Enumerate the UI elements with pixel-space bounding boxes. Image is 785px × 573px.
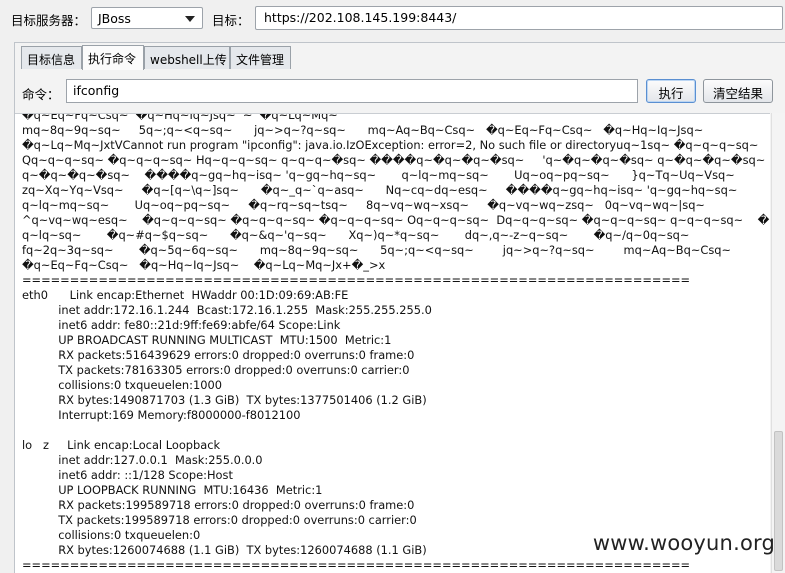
- tab-target-info[interactable]: 目标信息: [21, 46, 82, 69]
- top-bar: 目标服务器： JBoss 目标： https://202.108.145.199…: [0, 0, 785, 36]
- chevron-down-icon: [185, 16, 195, 22]
- command-output-text: �q~Eq~Fq~Csq~ �q~Hq~Iq~Jsq~ ~ �q~Lq~Mq~ …: [22, 113, 770, 572]
- clear-results-button[interactable]: 清空结果: [703, 79, 773, 103]
- target-url-input[interactable]: https://202.108.145.199:8443/: [255, 6, 783, 30]
- command-label: 命令：: [22, 87, 60, 102]
- target-label: 目标：: [212, 13, 250, 28]
- execute-button[interactable]: 执行: [646, 79, 696, 103]
- output-scrollbar[interactable]: [771, 113, 785, 573]
- tab-webshell-upload[interactable]: webshell上传: [144, 46, 230, 69]
- server-select[interactable]: JBoss: [91, 7, 203, 29]
- command-input[interactable]: ifconfig: [66, 79, 638, 103]
- server-label: 目标服务器：: [11, 13, 87, 28]
- watermark: www.wooyun.org: [592, 531, 775, 555]
- tab-file-manager[interactable]: 文件管理: [230, 46, 291, 69]
- tab-execute-command[interactable]: 执行命令: [82, 45, 144, 70]
- server-select-value: JBoss: [98, 11, 131, 26]
- command-output-area[interactable]: �q~Eq~Fq~Csq~ �q~Hq~Iq~Jsq~ ~ �q~Lq~Mq~ …: [15, 113, 770, 573]
- scrollbar-thumb[interactable]: [774, 431, 783, 571]
